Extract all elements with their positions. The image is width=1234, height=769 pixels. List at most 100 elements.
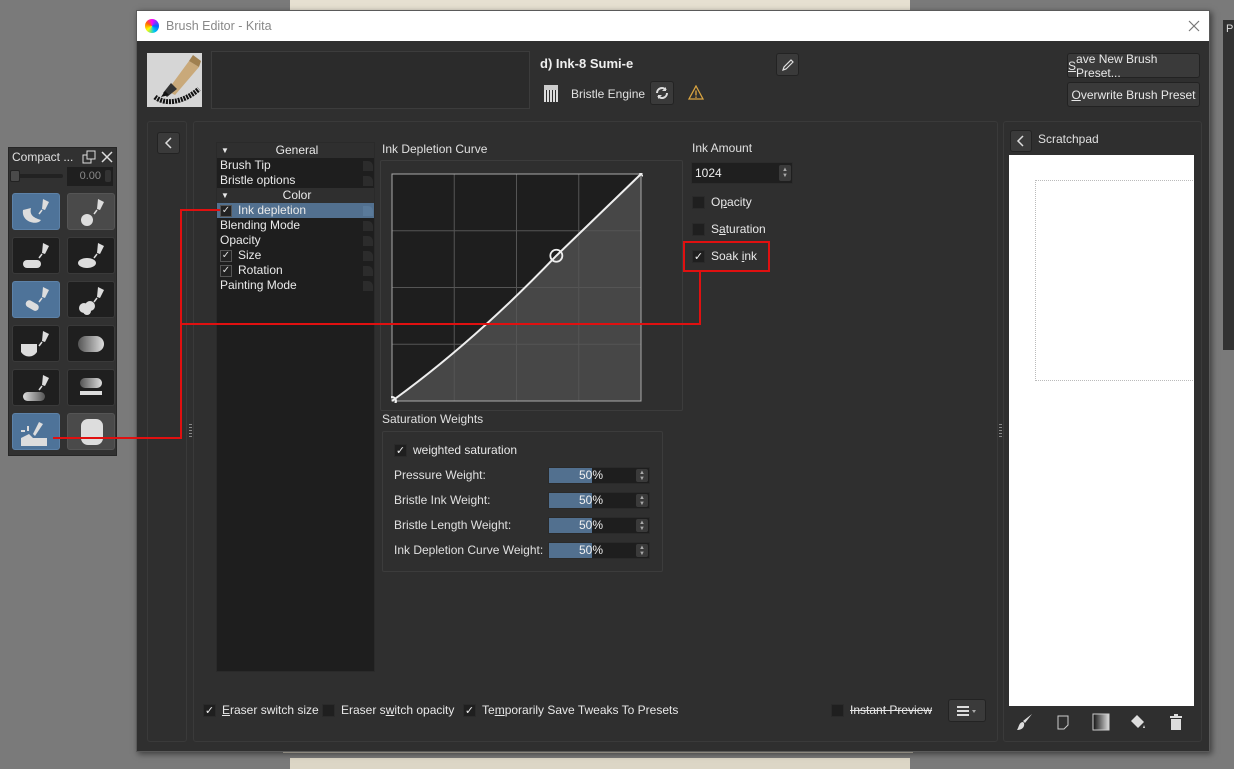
brush-options-list[interactable]: ▼ General Brush Tip Bristle options ▼ Color ✓ I… [216,142,375,672]
canvas-background [290,0,910,10]
option-item[interactable]: ✓ Rotation [217,263,374,278]
brush-preset-5[interactable] [12,281,60,318]
option-item[interactable]: Bristle options [217,173,374,188]
weighted-saturation-checkbox[interactable]: ✓ weighted saturation [394,443,517,457]
option-item[interactable]: Painting Mode [217,278,374,293]
weight-slider[interactable]: 50% ▲ ▼ [548,542,650,559]
brush-preset-4[interactable] [67,237,115,274]
expand-triangle-icon[interactable]: ▼ [221,188,229,203]
brush-preset-3[interactable] [12,237,60,274]
saturation-checkbox-box[interactable] [692,222,705,236]
weight-slider[interactable]: 50% ▲ ▼ [548,467,650,484]
preset-description-field[interactable] [211,51,530,109]
rename-preset-button[interactable] [776,53,799,76]
ink-amount-spinbox[interactable]: 1024 ▲ ▼ [691,162,793,184]
collapse-presets-button[interactable] [157,132,180,154]
window-title: Brush Editor - Krita [166,19,272,33]
lock-icon[interactable] [363,251,373,261]
gradient-icon[interactable] [1090,711,1112,733]
lock-icon[interactable] [363,236,373,246]
brush-preset-1[interactable] [12,193,60,230]
fill-icon[interactable] [1127,711,1149,733]
lock-icon[interactable] [363,206,373,216]
blend-mode-icon [23,374,49,401]
options-menu-button[interactable] [948,699,986,722]
instant-preview-box[interactable] [831,703,844,717]
clear-icon[interactable] [1052,711,1074,733]
eraser-switch-size-checkbox[interactable]: ✓ Eraser switch size [203,703,319,717]
splitter-handle[interactable] [189,424,192,438]
brush-preset-6[interactable] [67,281,115,318]
engine-label: Bristle Engine [571,87,646,101]
scratchpad-canvas[interactable] [1009,155,1194,706]
docker-slider[interactable] [10,170,64,182]
eraser-switch-opacity-checkbox[interactable]: Eraser switch opacity [322,703,454,717]
brush-preset-9[interactable] [12,369,60,406]
float-icon[interactable] [80,148,98,166]
option-checkbox[interactable]: ✓ [220,249,232,262]
option-category[interactable]: ▼ General [217,143,374,158]
close-window-button[interactable] [1179,16,1209,37]
saturation-weights-title: Saturation Weights [382,412,484,426]
reload-preset-button[interactable] [650,81,674,105]
lock-icon[interactable] [363,176,373,186]
ink-depletion-curve[interactable] [391,173,643,403]
brush-preset-12[interactable] [67,413,115,450]
blend-mode-icon [78,335,104,352]
expand-triangle-icon[interactable]: ▼ [221,143,229,158]
preset-thumbnail[interactable] [147,53,202,107]
option-checkbox[interactable]: ✓ [220,204,232,217]
brush-preset-7[interactable] [12,325,60,362]
option-item[interactable]: Brush Tip [217,158,374,173]
right-docker: P [1223,20,1234,350]
splitter-handle-right[interactable] [999,424,1002,438]
lock-icon[interactable] [363,161,373,171]
eraser-switch-size-label: Eraser switch size [222,703,319,717]
spin-arrows[interactable]: ▲ ▼ [779,165,791,181]
collapse-scratchpad-button[interactable] [1010,130,1032,152]
save-new-preset-button[interactable]: Save New Brush Preset... [1067,52,1200,80]
option-category[interactable]: ▼ Color [217,188,374,203]
weight-label: Bristle Ink Weight: [394,493,491,507]
weight-slider[interactable]: 50% ▲ ▼ [548,492,650,509]
option-item[interactable]: Opacity [217,233,374,248]
lock-icon[interactable] [363,266,373,276]
right-docker-label: P [1226,23,1234,35]
option-label: Painting Mode [220,278,297,292]
temp-save-tweaks-box[interactable]: ✓ [463,703,476,717]
opacity-checkbox-box[interactable] [692,195,705,209]
instant-preview-checkbox[interactable]: Instant Preview [831,703,932,717]
brush-preset-2[interactable] [67,193,115,230]
spin-arrows[interactable]: ▲ ▼ [636,494,648,507]
option-item[interactable]: Blending Mode [217,218,374,233]
lock-icon[interactable] [363,281,373,291]
overwrite-preset-button[interactable]: Overwrite Brush Preset [1067,82,1200,107]
option-item[interactable]: ✓ Size [217,248,374,263]
saturation-label: Saturation [711,222,766,236]
paint-brush-icon[interactable] [1014,711,1036,733]
weighted-saturation-box[interactable]: ✓ [394,443,407,457]
spin-arrows[interactable]: ▲ ▼ [636,544,648,557]
temp-save-tweaks-checkbox[interactable]: ✓ Temporarily Save Tweaks To Presets [463,703,678,717]
weight-slider[interactable]: 50% ▲ ▼ [548,517,650,534]
weight-label: Bristle Length Weight: [394,518,512,532]
eraser-switch-opacity-box[interactable] [322,703,335,717]
option-item[interactable]: ✓ Ink depletion [217,203,374,218]
delete-icon[interactable] [1165,711,1187,733]
spin-arrows[interactable]: ▲ ▼ [636,519,648,532]
brush-preset-11[interactable] [12,413,60,450]
eraser-switch-size-box[interactable]: ✓ [203,703,216,717]
temp-save-tweaks-label: Temporarily Save Tweaks To Presets [482,703,679,717]
scratchpad-preview-area [1035,180,1194,381]
spin-arrows[interactable]: ▲ ▼ [636,469,648,482]
brush-preset-10[interactable] [67,369,115,406]
option-checkbox[interactable]: ✓ [220,264,232,277]
brush-preset-8[interactable] [67,325,115,362]
close-icon[interactable] [98,148,116,166]
blend-mode-icon [81,198,104,226]
lock-icon[interactable] [363,221,373,231]
opacity-checkbox[interactable]: Opacity [692,195,752,209]
docker-value-spinbox[interactable]: 0.00 [67,166,113,186]
option-label: Color [282,188,312,202]
saturation-checkbox[interactable]: Saturation [692,222,766,236]
